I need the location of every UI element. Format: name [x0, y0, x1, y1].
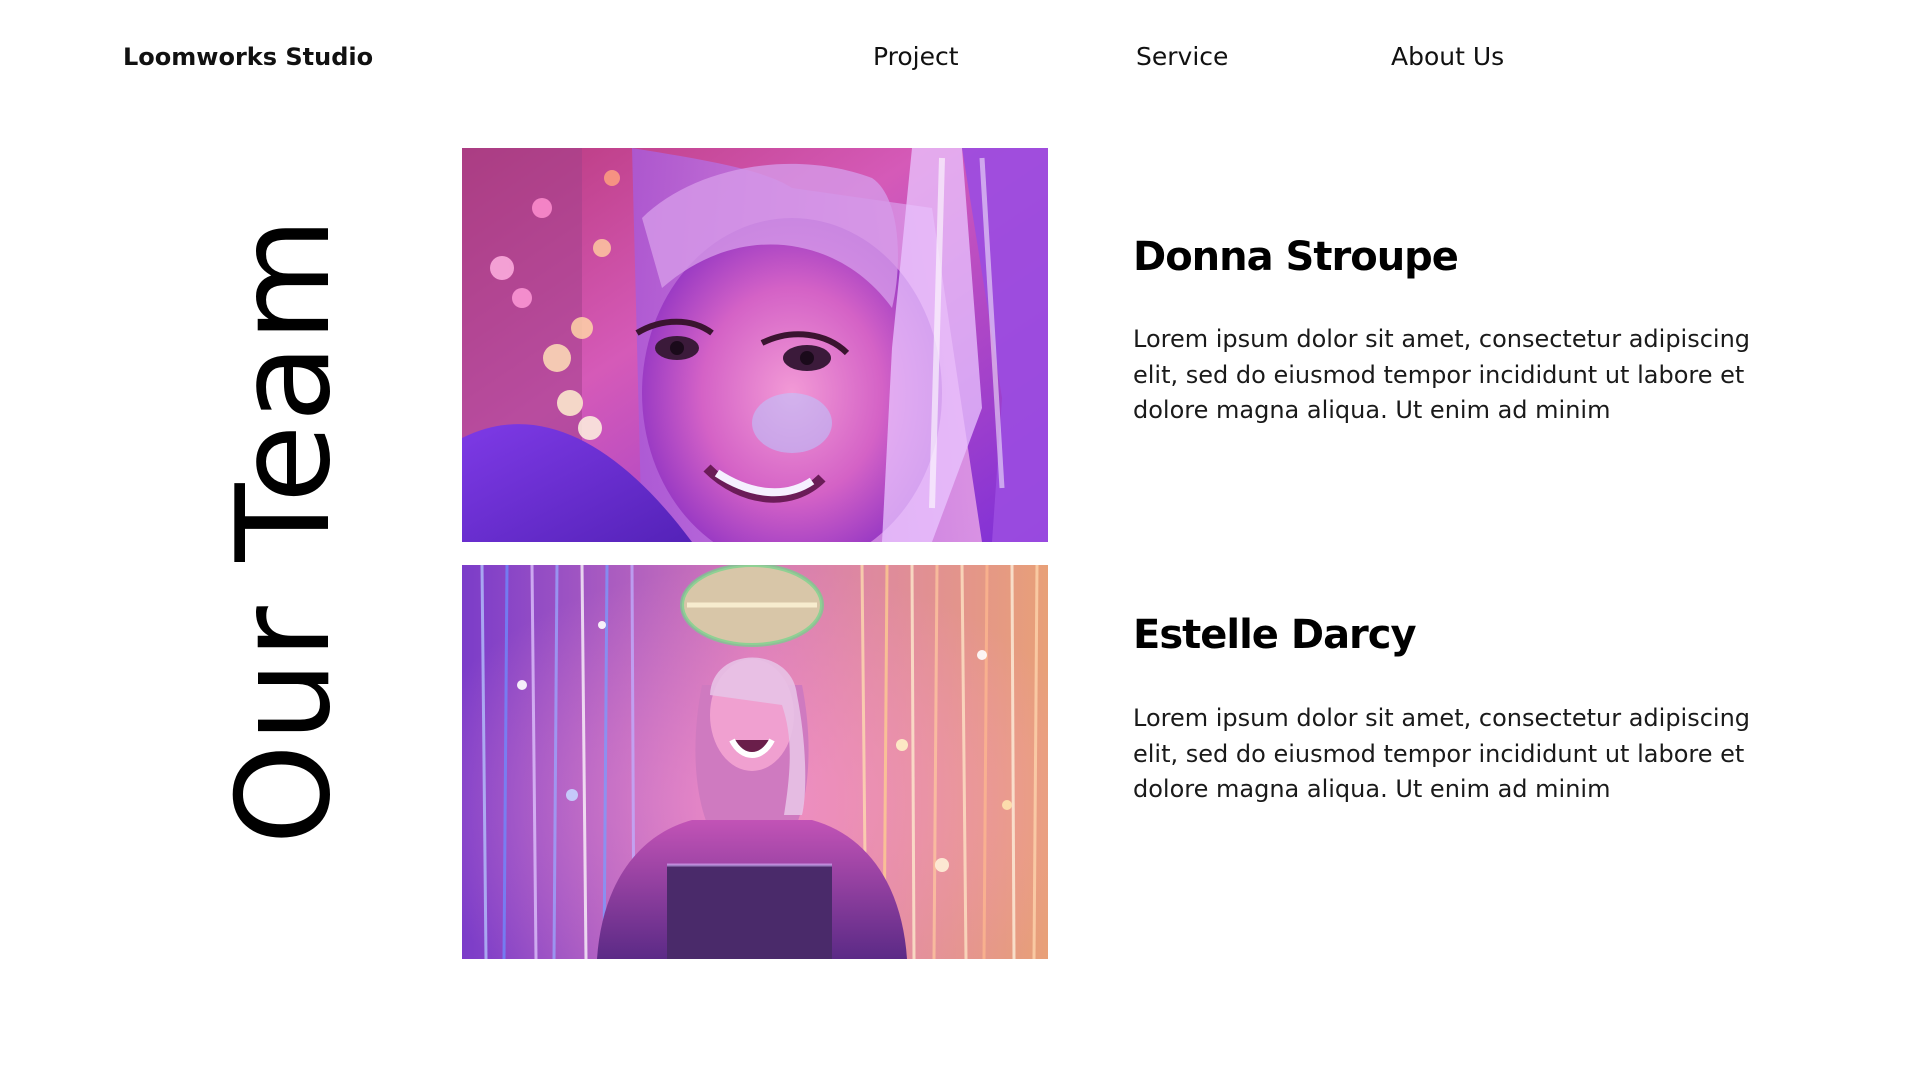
member-photo-donna [462, 148, 1048, 542]
nav-link-service[interactable]: Service [1136, 39, 1228, 75]
nav-link-project[interactable]: Project [873, 39, 959, 75]
team-page: Loomworks Studio Project Service About U… [0, 0, 1920, 1080]
member-bio-estelle: Lorem ipsum dolor sit amet, consectetur … [1133, 704, 1751, 803]
section-title: Our Team [210, 215, 359, 845]
main-nav: Project Service About Us [0, 39, 1920, 75]
member-bio-donna: Lorem ipsum dolor sit amet, consectetur … [1133, 325, 1751, 424]
member-name-donna: Donna Stroupe [1133, 234, 1459, 280]
section-title-container: Our Team [195, 215, 375, 845]
member-name-estelle: Estelle Darcy [1133, 612, 1417, 658]
nav-link-about-us[interactable]: About Us [1391, 39, 1504, 75]
member-photo-estelle [462, 565, 1048, 959]
